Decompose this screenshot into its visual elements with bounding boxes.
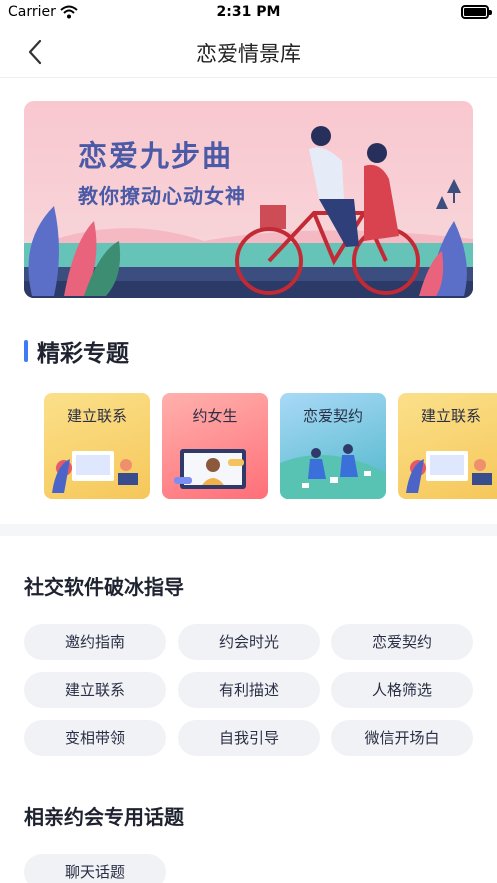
- topic-label: 约女生: [192, 407, 238, 425]
- section-accent-bar: [24, 340, 28, 362]
- banner-subtitle: 教你撩动心动女神: [78, 184, 246, 208]
- tag-button[interactable]: 人格筛选: [331, 672, 473, 708]
- tag-button[interactable]: 微信开场白: [331, 720, 473, 756]
- topic-card[interactable]: 恋爱契约: [280, 393, 386, 499]
- topic-card[interactable]: 建立联系: [398, 393, 497, 499]
- tag-button[interactable]: 变相带领: [24, 720, 166, 756]
- blind-date-section-title: 相亲约会专用话题: [24, 805, 184, 829]
- tag-button[interactable]: 建立联系: [24, 672, 166, 708]
- nav-bar: 恋爱情景库: [0, 24, 497, 78]
- hero-banner[interactable]: 恋爱九步曲 教你撩动心动女神: [24, 101, 473, 298]
- topic-label: 恋爱契约: [302, 407, 363, 425]
- banner-title: 恋爱九步曲: [78, 139, 234, 173]
- status-bar: Carrier 2:31 PM: [0, 0, 497, 24]
- status-time: 2:31 PM: [216, 4, 281, 20]
- topic-card[interactable]: 建立联系: [44, 393, 150, 499]
- tag-button[interactable]: 邀约指南: [24, 624, 166, 660]
- featured-section-title: 精彩专题: [37, 341, 129, 367]
- topic-label: 建立联系: [66, 407, 127, 425]
- topic-carousel[interactable]: 建立联系 约女生 恋爱契约 建立联系: [44, 393, 497, 499]
- battery-icon: [461, 5, 492, 19]
- topic-label: 建立联系: [420, 407, 481, 425]
- section-divider: [0, 524, 497, 536]
- topic-card[interactable]: 约女生: [162, 393, 268, 499]
- tag-button[interactable]: 自我引导: [178, 720, 320, 756]
- icebreaker-section-title: 社交软件破冰指导: [24, 575, 184, 599]
- page-title: 恋爱情景库: [196, 42, 301, 66]
- tag-button[interactable]: 有利描述: [178, 672, 320, 708]
- featured-section-heading: 精彩专题: [24, 336, 129, 367]
- tag-button[interactable]: 恋爱契约: [331, 624, 473, 660]
- tag-button[interactable]: 聊天话题: [24, 854, 166, 883]
- tag-button[interactable]: 约会时光: [178, 624, 320, 660]
